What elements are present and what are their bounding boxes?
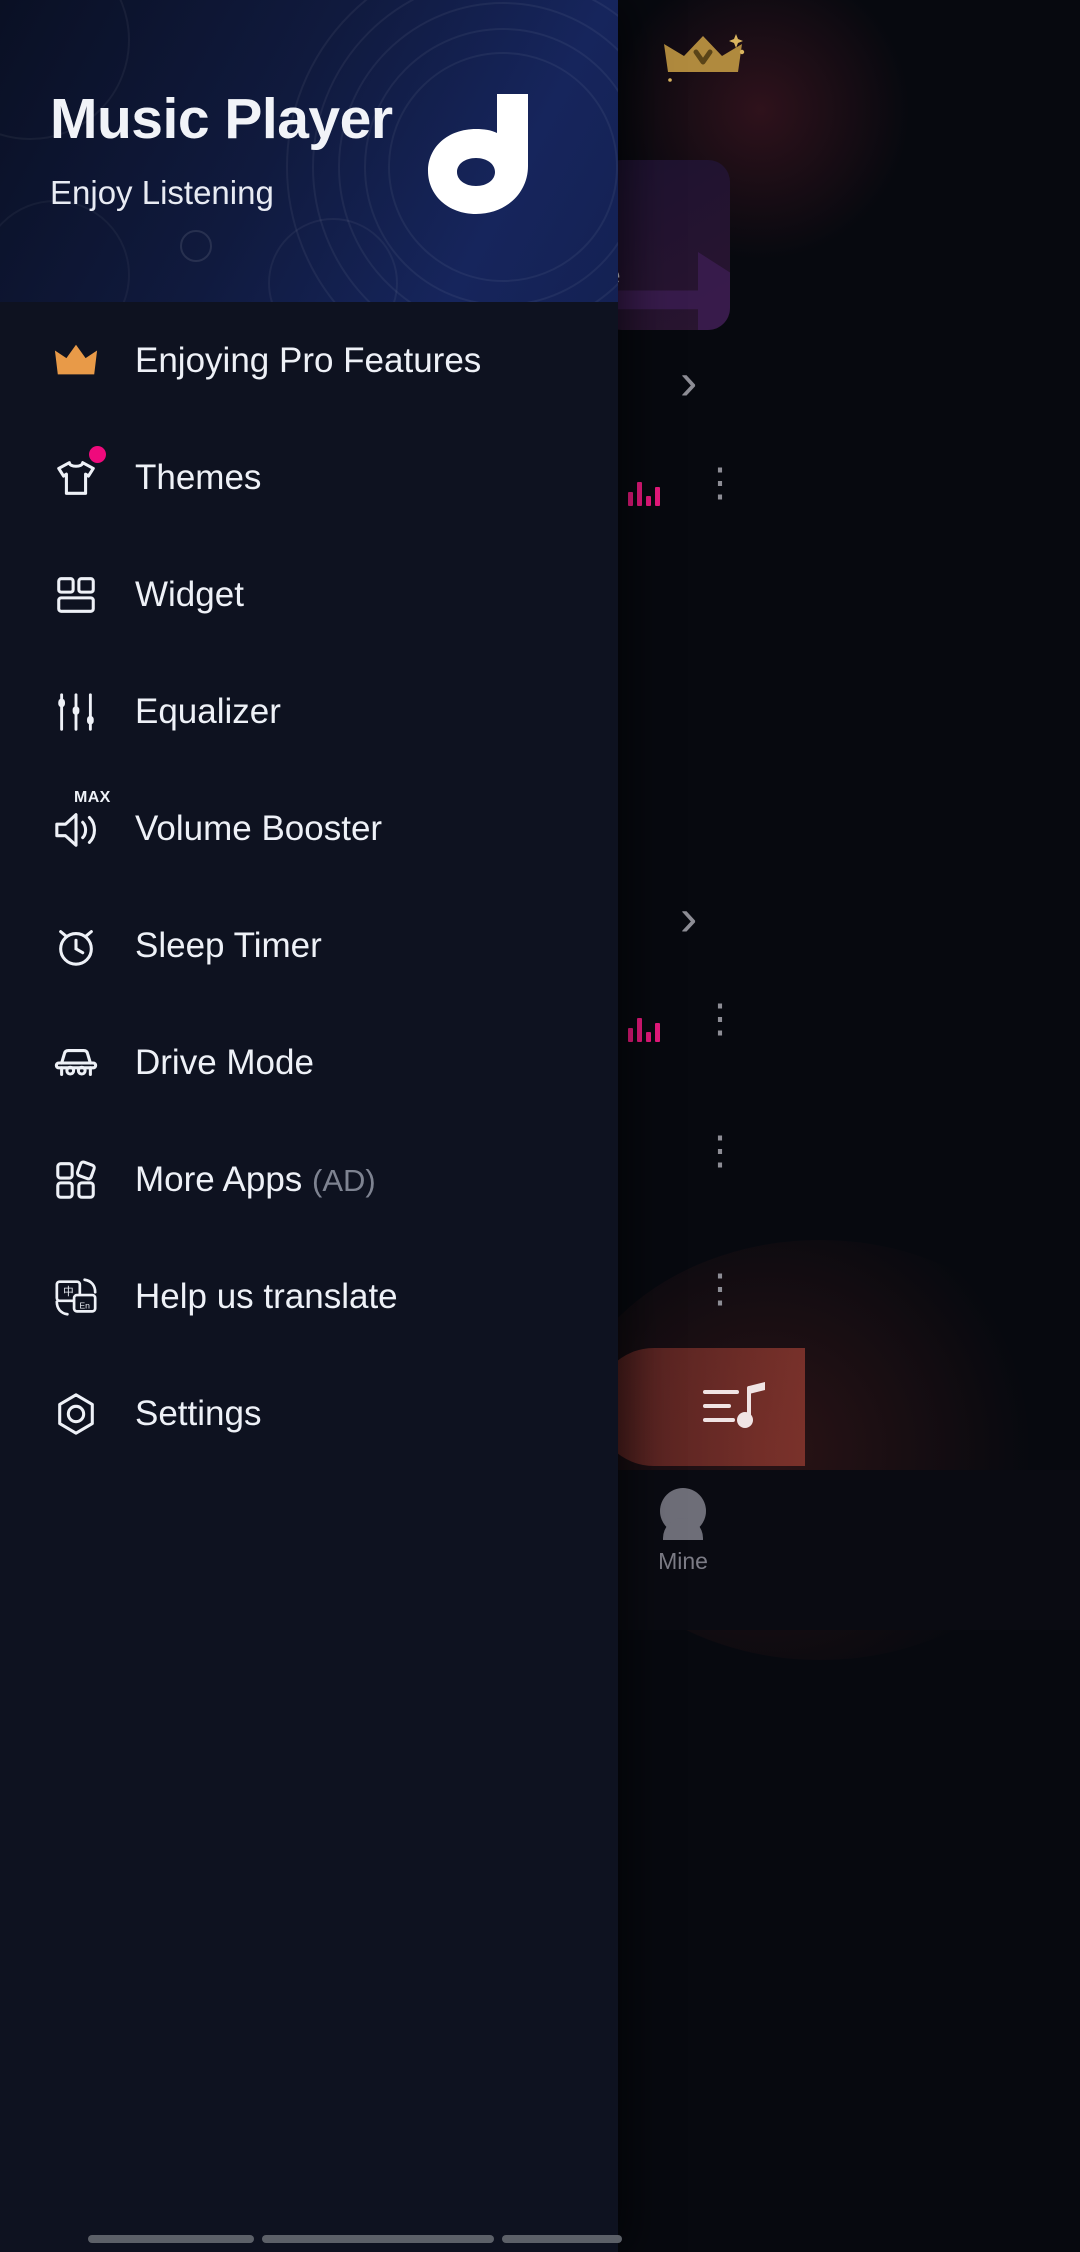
- more-vertical-icon[interactable]: ⋮: [700, 463, 740, 503]
- decorative-circle: [180, 230, 212, 262]
- playlist-note-icon: [703, 1378, 767, 1434]
- gesture-pill[interactable]: [502, 2235, 622, 2243]
- svg-text:中: 中: [63, 1285, 74, 1298]
- menu-item-label: Widget: [135, 574, 244, 614]
- bottom-navigation: Mine: [600, 1470, 1080, 1630]
- menu-item-equalizer[interactable]: Equalizer: [0, 653, 618, 770]
- navigation-drawer: Music Player Enjoy Listening Enjoying Pr…: [0, 0, 618, 2252]
- volume-max-icon: MAX: [52, 789, 110, 853]
- chevron-right-icon[interactable]: ›: [680, 352, 697, 412]
- promo-arrow-icon: [610, 252, 730, 330]
- menu-item-label: Volume Booster: [135, 808, 383, 848]
- menu-item-pro-features[interactable]: Enjoying Pro Features: [0, 302, 618, 419]
- system-gesture-bar: [0, 2226, 1080, 2252]
- screen: e › › ⋮ ⋮ ⋮ ⋮: [0, 0, 1080, 2252]
- menu-item-label: Help us translate: [135, 1276, 398, 1316]
- widget-grid-icon: [52, 571, 100, 619]
- themes-new-badge: [89, 445, 106, 463]
- more-vertical-icon[interactable]: ⋮: [700, 1131, 740, 1171]
- drawer-menu: Enjoying Pro Features Themes Widget Equa…: [0, 302, 618, 1472]
- menu-item-themes[interactable]: Themes: [0, 419, 618, 536]
- menu-item-more-apps[interactable]: More Apps (AD): [0, 1121, 618, 1238]
- app-subtitle: Enjoy Listening: [50, 174, 274, 211]
- equalizer-bars-icon: [628, 478, 660, 506]
- equalizer-icon: [52, 688, 100, 736]
- menu-item-label: Themes: [135, 457, 262, 497]
- menu-item-widget[interactable]: Widget: [0, 536, 618, 653]
- menu-item-drive-mode[interactable]: Drive Mode: [0, 1004, 618, 1121]
- ad-tag: (AD): [312, 1162, 376, 1198]
- crown-icon: [52, 337, 100, 385]
- settings-gear-icon: [52, 1390, 100, 1438]
- menu-item-label: Enjoying Pro Features: [135, 340, 482, 380]
- alarm-clock-icon: [52, 922, 100, 970]
- volume-max-tag: MAX: [74, 788, 111, 806]
- menu-item-label: Settings: [135, 1393, 262, 1433]
- gesture-pill[interactable]: [262, 2235, 494, 2243]
- menu-item-sleep-timer[interactable]: Sleep Timer: [0, 887, 618, 1004]
- menu-item-volume-booster[interactable]: MAX Volume Booster: [0, 770, 618, 887]
- mini-player[interactable]: [595, 1348, 805, 1466]
- decorative-circle: [0, 200, 130, 302]
- gesture-pill[interactable]: [88, 2235, 254, 2243]
- menu-item-label: Equalizer: [135, 691, 281, 731]
- chevron-right-icon[interactable]: ›: [680, 888, 697, 948]
- car-icon: [52, 1039, 100, 1087]
- tshirt-icon: [52, 445, 106, 502]
- more-vertical-icon[interactable]: ⋮: [700, 999, 740, 1039]
- menu-item-label: Drive Mode: [135, 1042, 314, 1082]
- drawer-header: Music Player Enjoy Listening: [0, 0, 618, 302]
- translate-icon: 中 En: [52, 1273, 100, 1321]
- menu-item-help-translate[interactable]: 中 En Help us translate: [0, 1238, 618, 1355]
- promo-card[interactable]: e: [600, 160, 730, 330]
- menu-item-label: Sleep Timer: [135, 925, 322, 965]
- apps-grid-icon: [52, 1156, 100, 1204]
- nav-tab-mine-label: Mine: [658, 1548, 708, 1574]
- crown-premium-icon[interactable]: [660, 28, 746, 88]
- menu-item-label: More Apps (AD): [135, 1159, 376, 1199]
- person-icon: [660, 1488, 706, 1540]
- app-title: Music Player: [50, 87, 393, 151]
- svg-text:En: En: [79, 1300, 90, 1310]
- music-note-icon: [418, 92, 546, 216]
- equalizer-bars-icon: [628, 1014, 660, 1042]
- menu-item-settings[interactable]: Settings: [0, 1355, 618, 1472]
- more-vertical-icon[interactable]: ⋮: [700, 1269, 740, 1309]
- nav-tab-mine[interactable]: Mine: [638, 1488, 728, 1575]
